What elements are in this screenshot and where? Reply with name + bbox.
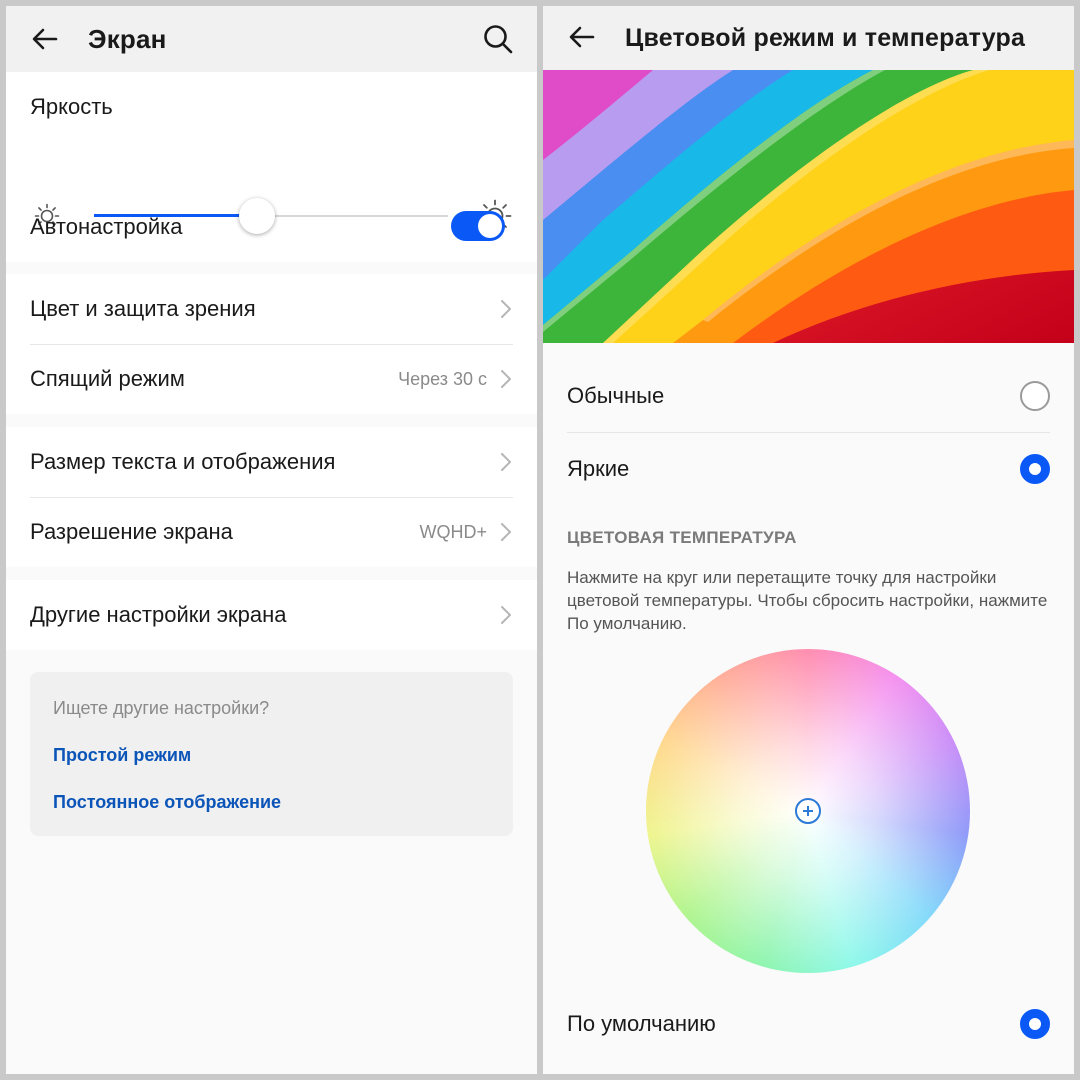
list-item-sleep[interactable]: Спящий режим Через 30 с	[30, 344, 513, 414]
settings-group-1: Цвет и защита зрения Спящий режим Через …	[6, 274, 537, 414]
suggestions-card: Ищете другие настройки? Простой режим По…	[30, 672, 513, 836]
list-item-value: Через 30 с	[398, 369, 487, 389]
search-icon[interactable]	[481, 22, 515, 56]
page-title: Экран	[88, 24, 167, 54]
settings-group-3: Другие настройки экрана	[6, 580, 537, 650]
section-title: ЦВЕТОВАЯ ТЕМПЕРАТУРА	[567, 528, 797, 547]
wheel-point-handle[interactable]	[795, 798, 821, 824]
settings-group-2: Размер текста и отображения Разрешение э…	[6, 427, 537, 567]
top-app-bar: Экран	[6, 6, 537, 72]
auto-brightness-label: Автонастройка	[30, 214, 183, 239]
mode-option-label: Обычные	[567, 383, 665, 408]
default-option-label: По умолчанию	[567, 1011, 716, 1036]
list-item-label: Размер текста и отображения	[30, 449, 336, 474]
rainbow-waves-image	[543, 70, 1074, 343]
chevron-right-icon	[501, 523, 511, 541]
radio-button-selected[interactable]	[1020, 454, 1050, 484]
list-item-label: Другие настройки экрана	[30, 602, 287, 627]
list-item-label: Спящий режим	[30, 366, 185, 391]
list-item-label: Цвет и защита зрения	[30, 296, 256, 321]
list-item-other-display[interactable]: Другие настройки экрана	[30, 580, 513, 650]
auto-brightness-toggle[interactable]	[451, 211, 505, 241]
mode-option-label: Яркие	[567, 456, 630, 481]
chevron-right-icon	[501, 370, 511, 388]
color-mode-screen: Цветовой режим и температура Обычные Ярк…	[543, 6, 1074, 1074]
mode-option-normal[interactable]: Обычные	[567, 360, 1050, 432]
list-item-color-eye-comfort[interactable]: Цвет и защита зрения	[30, 274, 513, 344]
list-item-text-size[interactable]: Размер текста и отображения	[30, 427, 513, 497]
chevron-right-icon	[501, 453, 511, 471]
list-item-label: Разрешение экрана	[30, 519, 233, 544]
back-arrow-icon[interactable]	[28, 22, 62, 56]
slider-thumb[interactable]	[238, 198, 275, 234]
link-simple-mode[interactable]: Простой режим	[53, 745, 191, 766]
mode-option-vivid[interactable]: Яркие	[567, 433, 1050, 505]
back-arrow-icon[interactable]	[565, 20, 599, 54]
list-item-resolution[interactable]: Разрешение экрана WQHD+	[30, 497, 513, 567]
display-settings-screen: Экран Яркость Автонастройка Цвет и защит…	[6, 6, 537, 1074]
chevron-right-icon	[501, 606, 511, 624]
top-app-bar: Цветовой режим и температура	[543, 6, 1074, 70]
page-title: Цветовой режим и температура	[625, 24, 1026, 52]
temperature-hint: Нажмите на круг или перетащите точку для…	[567, 568, 1048, 633]
default-temperature-option[interactable]: По умолчанию	[567, 988, 1050, 1060]
suggestions-question: Ищете другие настройки?	[53, 698, 270, 718]
color-preview-image	[543, 70, 1074, 343]
link-always-on-display[interactable]: Постоянное отображение	[53, 792, 281, 813]
toggle-knob	[478, 214, 502, 238]
list-item-value: WQHD+	[419, 522, 488, 542]
color-temperature-wheel[interactable]	[646, 649, 970, 973]
radio-button-selected[interactable]	[1020, 1009, 1050, 1039]
chevron-right-icon	[501, 300, 511, 318]
radio-button[interactable]	[1020, 381, 1050, 411]
brightness-label: Яркость	[30, 94, 113, 119]
